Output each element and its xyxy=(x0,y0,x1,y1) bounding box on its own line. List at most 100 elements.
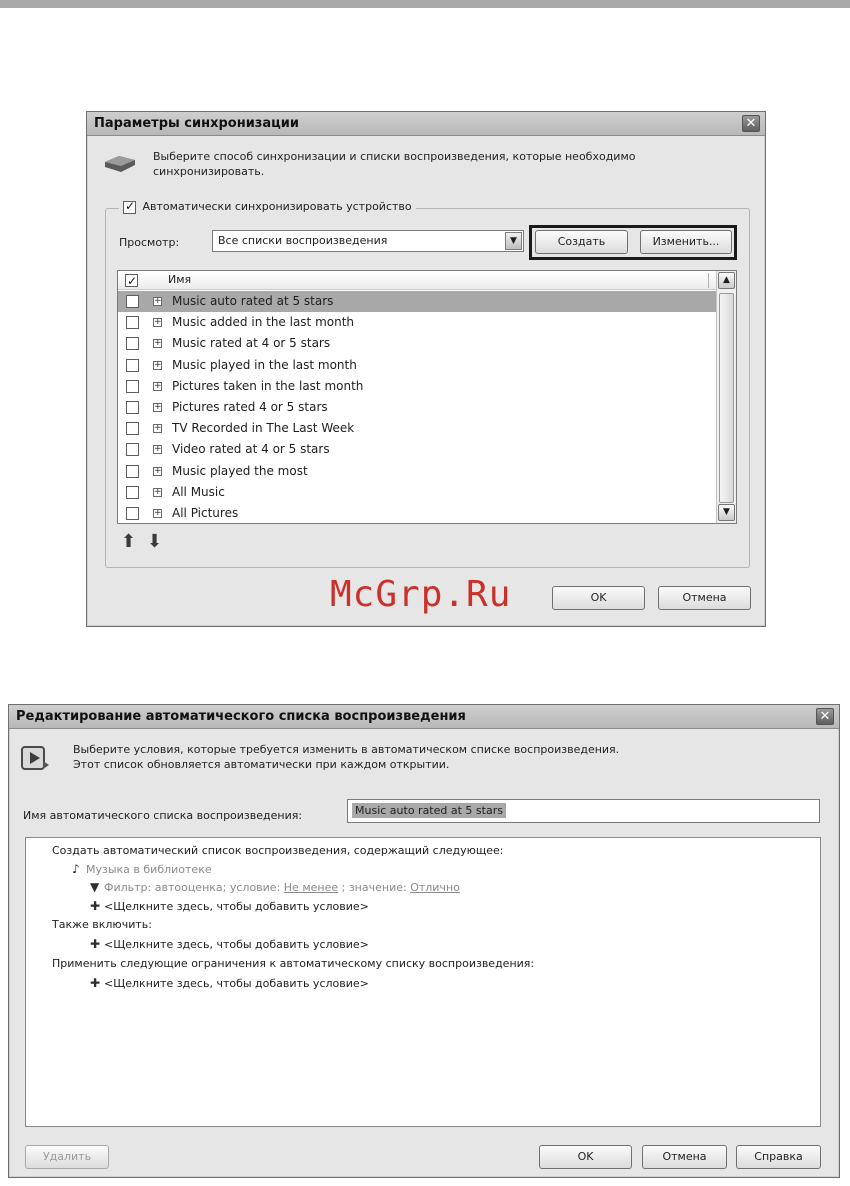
close-button[interactable]: ✕ xyxy=(816,708,834,725)
view-label: Просмотр: xyxy=(119,236,180,249)
expand-icon[interactable]: + xyxy=(153,402,162,412)
library-item[interactable]: ♪ Музыка в библиотеке xyxy=(72,862,212,876)
dialog-description: Выберите способ синхронизации и списки в… xyxy=(153,150,636,178)
list-item[interactable]: + All Music xyxy=(118,482,716,503)
help-button[interactable]: Справка xyxy=(736,1145,821,1169)
cancel-button[interactable]: Отмена xyxy=(658,586,751,610)
list-item-label: Video rated at 4 or 5 stars xyxy=(172,442,330,457)
scroll-thumb[interactable] xyxy=(719,293,734,503)
list-item-checkbox[interactable] xyxy=(126,422,139,436)
list-item[interactable]: + TV Recorded in The Last Week xyxy=(118,418,716,439)
list-item[interactable]: + Pictures rated 4 or 5 stars xyxy=(118,397,716,418)
list-item-checkbox[interactable] xyxy=(126,358,139,372)
move-down-icon[interactable]: ⬇ xyxy=(147,532,167,552)
list-item[interactable]: + All Pictures xyxy=(118,503,716,523)
delete-button[interactable]: Удалить xyxy=(25,1145,109,1169)
list-item[interactable]: + Music played the most xyxy=(118,461,716,482)
create-button[interactable]: Создать xyxy=(535,230,628,254)
filter-prefix: Фильтр: автооценка; условие: xyxy=(104,881,281,894)
list-item[interactable]: + Music auto rated at 5 stars xyxy=(118,291,716,313)
list-item[interactable]: + Video rated at 4 or 5 stars xyxy=(118,439,716,460)
description-line-1: Выберите условия, которые требуется изме… xyxy=(73,743,620,756)
expand-icon[interactable]: + xyxy=(153,424,162,434)
device-icon xyxy=(105,156,135,172)
add-condition-2[interactable]: ✚ <Щелкните здесь, чтобы добавить условие… xyxy=(90,937,369,951)
playlist-name-value: Music auto rated at 5 stars xyxy=(352,803,506,818)
chevron-down-icon[interactable]: ▼ xyxy=(505,232,522,250)
ok-button[interactable]: OK xyxy=(539,1145,632,1169)
expand-icon[interactable]: + xyxy=(153,445,162,455)
expand-icon[interactable]: + xyxy=(153,339,162,349)
ok-button[interactable]: OK xyxy=(552,586,645,610)
list-item-label: Music rated at 4 or 5 stars xyxy=(172,336,331,351)
list-item[interactable]: + Music rated at 4 or 5 stars xyxy=(118,333,716,354)
cancel-button[interactable]: Отмена xyxy=(642,1145,727,1169)
expand-icon[interactable]: + xyxy=(153,466,162,476)
filter-icon: ▼ xyxy=(90,880,100,894)
list-item-checkbox[interactable] xyxy=(126,464,139,478)
column-header-name[interactable]: Имя xyxy=(168,271,191,289)
view-dropdown[interactable]: Все списки воспроизведения ▼ xyxy=(212,230,524,252)
filter-value-link[interactable]: Отлично xyxy=(410,881,460,894)
add-condition-label: <Щелкните здесь, чтобы добавить условие> xyxy=(104,938,369,951)
dialog-title: Редактирование автоматического списка во… xyxy=(9,705,839,729)
criteria-panel: Создать автоматический список воспроизве… xyxy=(25,837,821,1127)
list-item-checkbox[interactable] xyxy=(126,316,139,330)
list-item-label: Music played in the last month xyxy=(172,357,357,372)
edit-button[interactable]: Изменить... xyxy=(640,230,732,254)
list-item-label: TV Recorded in The Last Week xyxy=(172,421,355,436)
expand-icon[interactable]: + xyxy=(153,297,162,306)
music-note-icon: ♪ xyxy=(72,862,80,876)
expand-icon[interactable]: + xyxy=(153,381,162,391)
list-item-checkbox[interactable] xyxy=(126,485,139,499)
list-item-label: Music auto rated at 5 stars xyxy=(172,294,334,308)
dialog-title: Параметры синхронизации xyxy=(87,112,765,136)
expand-icon[interactable]: + xyxy=(153,318,162,328)
playlist-name-input[interactable]: Music auto rated at 5 stars xyxy=(347,799,820,823)
scroll-down-icon[interactable]: ▼ xyxy=(718,504,735,521)
list-item[interactable]: + Pictures taken in the last month xyxy=(118,376,716,397)
watermark-text: McGrp.Ru xyxy=(330,574,512,615)
apply-limits-heading: Применить следующие ограничения к автома… xyxy=(52,957,535,970)
select-all-checkbox[interactable] xyxy=(125,272,138,290)
expand-icon[interactable]: + xyxy=(153,360,162,370)
add-condition-1[interactable]: ✚ <Щелкните здесь, чтобы добавить условие… xyxy=(90,899,369,913)
list-item-checkbox[interactable] xyxy=(126,337,139,351)
expand-icon[interactable]: + xyxy=(153,487,162,497)
also-include-heading: Также включить: xyxy=(52,918,152,931)
close-button[interactable]: ✕ xyxy=(742,115,760,132)
list-item-checkbox[interactable] xyxy=(126,379,139,393)
plus-icon: ✚ xyxy=(90,899,101,913)
expand-icon[interactable]: + xyxy=(153,508,162,518)
list-item-label: Music added in the last month xyxy=(172,315,355,330)
column-divider xyxy=(708,273,709,288)
auto-sync-option[interactable]: Автоматически синхронизировать устройств… xyxy=(119,199,416,214)
list-item-checkbox[interactable] xyxy=(126,400,139,414)
library-item-label: Музыка в библиотеке xyxy=(86,863,212,876)
page-top-rule xyxy=(0,0,850,8)
list-item[interactable]: + Music played in the last month xyxy=(118,355,716,376)
description-line-2: Этот список обновляется автоматически пр… xyxy=(73,758,450,771)
plus-icon: ✚ xyxy=(90,976,101,990)
list-item-label: Music played the most xyxy=(172,463,308,478)
list-item[interactable]: + Music added in the last month xyxy=(118,312,716,333)
filter-condition-link[interactable]: Не менее xyxy=(284,881,338,894)
add-condition-3[interactable]: ✚ <Щелкните здесь, чтобы добавить условие… xyxy=(90,976,369,990)
scroll-up-icon[interactable]: ▲ xyxy=(718,272,735,289)
list-item-checkbox[interactable] xyxy=(126,506,139,520)
list-item-checkbox[interactable] xyxy=(126,443,139,457)
add-condition-label: <Щелкните здесь, чтобы добавить условие> xyxy=(104,900,369,913)
playlist-name-label: Имя автоматического списка воспроизведен… xyxy=(23,809,303,822)
filter-line: ▼ Фильтр: автооценка; условие: Не менее ;… xyxy=(90,880,460,894)
plus-icon: ✚ xyxy=(90,937,101,951)
filter-value-prefix: ; значение: xyxy=(341,881,407,894)
list-item-checkbox[interactable] xyxy=(126,295,139,308)
dialog-description: Выберите условия, которые требуется изме… xyxy=(73,742,793,772)
list-item-label: Pictures taken in the last month xyxy=(172,378,364,393)
move-up-icon[interactable]: ⬆ xyxy=(121,532,141,552)
list-item-label: Pictures rated 4 or 5 stars xyxy=(172,399,328,414)
create-heading: Создать автоматический список воспроизве… xyxy=(52,844,504,857)
sync-settings-dialog: Параметры синхронизации ✕ Выберите спосо… xyxy=(86,111,766,627)
auto-sync-checkbox[interactable] xyxy=(123,199,136,214)
vertical-scrollbar[interactable]: ▲ ▼ xyxy=(716,271,736,523)
